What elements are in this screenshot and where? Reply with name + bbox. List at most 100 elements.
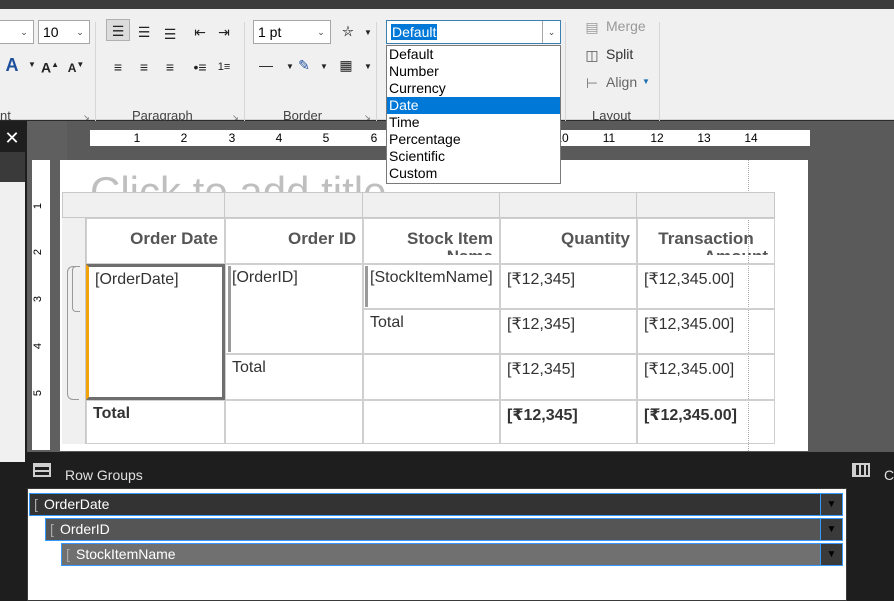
cell-stock-item-name[interactable]: [StockItemName]	[363, 264, 500, 309]
header-transaction[interactable]: Transaction Amount	[637, 218, 775, 264]
cell-empty[interactable]	[225, 400, 363, 444]
ruler-tick: 3	[32, 295, 45, 303]
window-top-strip	[0, 0, 894, 9]
merge-icon[interactable]: ▤	[580, 16, 604, 38]
border-width-value: 1 pt	[258, 24, 282, 40]
row-groups-icon	[33, 463, 51, 477]
row-handles[interactable]	[62, 218, 86, 444]
number-format-dropdown[interactable]: Default ⌄	[386, 20, 561, 44]
align-left-icon[interactable]: ≡	[106, 56, 130, 78]
shrink-font-icon[interactable]: A▼	[64, 54, 88, 76]
header-quantity[interactable]: Quantity	[500, 218, 637, 264]
ruler-tick: 1	[32, 202, 45, 210]
align-bottom-icon[interactable]: ☰	[158, 23, 182, 45]
format-option-percentage[interactable]: Percentage	[387, 131, 560, 148]
increase-indent-icon[interactable]: ⇥	[212, 21, 236, 43]
ruler-tick: 6	[370, 131, 378, 145]
group-bracket	[72, 266, 80, 312]
ruler-tick: 4	[275, 131, 283, 145]
group-bracket-icon: [	[66, 546, 70, 562]
align-right-icon[interactable]: ≡	[158, 56, 182, 78]
group-item-orderid[interactable]: [ OrderID ▼	[45, 518, 843, 541]
format-option-time[interactable]: Time	[387, 114, 560, 131]
border-color-dropdown-icon[interactable]: ▼	[312, 56, 336, 78]
separator	[244, 22, 245, 122]
separator	[376, 22, 377, 122]
group-indicator	[365, 266, 368, 307]
cell-quantity[interactable]: [₹12,345]	[500, 264, 637, 309]
font-size-dropdown[interactable]: 10 ⌄	[38, 20, 90, 44]
ruler-tick: 2	[180, 131, 188, 145]
cell-quantity[interactable]: [₹12,345]	[500, 309, 637, 354]
split-button[interactable]: Split	[606, 46, 633, 62]
cell-quantity[interactable]: [₹12,345]	[500, 354, 637, 400]
format-option-number[interactable]: Number	[387, 63, 560, 80]
merge-button[interactable]: Merge	[606, 18, 646, 34]
group-dropdown-icon[interactable]: ▼	[820, 544, 842, 565]
group-dropdown-icon[interactable]: ▼	[820, 494, 842, 515]
header-stock-item[interactable]: Stock Item Name	[363, 218, 500, 264]
cell-order-date[interactable]: [OrderDate]	[86, 264, 225, 400]
title-placeholder[interactable]: Click to add title	[90, 168, 386, 192]
cell-empty[interactable]	[363, 400, 500, 444]
cell-grand-total-quantity[interactable]: [₹12,345]	[500, 400, 637, 444]
header-order-date[interactable]: Order Date	[86, 218, 225, 264]
cell-empty[interactable]	[363, 354, 500, 400]
align-middle-icon[interactable]: ☰	[132, 21, 156, 43]
vertical-ruler: 1 2 3 4 5	[32, 160, 50, 450]
borders-icon[interactable]: ▦	[334, 54, 358, 76]
group-item-orderdate[interactable]: [ OrderDate ▼	[29, 493, 843, 516]
group-bracket-icon: [	[50, 521, 54, 537]
border-style-icon[interactable]: —	[254, 54, 278, 76]
align-center-icon[interactable]: ≡	[132, 56, 156, 78]
ruler-tick: 11	[602, 131, 616, 145]
format-option-default[interactable]: Default	[387, 46, 560, 63]
cell-grand-total-label[interactable]: Total	[86, 400, 225, 444]
split-icon[interactable]: ◫	[580, 44, 604, 66]
grow-font-icon[interactable]: A▲	[38, 54, 62, 76]
group-dropdown-icon[interactable]: ▼	[820, 519, 842, 540]
group-label: StockItemName	[76, 546, 176, 562]
format-option-date[interactable]: Date	[387, 97, 560, 114]
format-option-custom[interactable]: Custom	[387, 165, 560, 182]
font-name-dropdown[interactable]: ⌄	[0, 20, 34, 44]
cell-order-id[interactable]: [OrderID]	[225, 264, 363, 354]
column-groups-icon	[852, 463, 870, 477]
column-handles[interactable]	[62, 192, 775, 218]
cell-amount[interactable]: [₹12,345.00]	[637, 354, 775, 400]
numbering-icon[interactable]: 1≡	[212, 56, 236, 78]
border-width-dropdown[interactable]: 1 pt ⌄	[253, 20, 331, 44]
group-label: OrderID	[60, 521, 110, 537]
ruler-tick: 3	[228, 131, 236, 145]
chevron-down-icon: ⌄	[542, 21, 560, 43]
separator	[659, 22, 660, 122]
col-divider	[636, 193, 637, 217]
number-format-list[interactable]: Default Number Currency Date Time Percen…	[386, 45, 561, 184]
format-option-scientific[interactable]: Scientific	[387, 148, 560, 165]
ruler-tick: 1	[133, 131, 141, 145]
group-indicator	[228, 266, 231, 352]
col-divider	[362, 193, 363, 217]
group-bracket-icon: [	[34, 496, 38, 512]
group-label: OrderDate	[44, 496, 110, 512]
row-groups-title: Row Groups	[65, 467, 143, 483]
align-button[interactable]: Align	[606, 74, 637, 90]
header-order-id[interactable]: Order ID	[225, 218, 363, 264]
align-dropdown-icon[interactable]: ▼	[642, 77, 650, 86]
close-icon[interactable]: ✕	[2, 128, 22, 148]
chevron-down-icon: ⌄	[76, 27, 84, 37]
ruler-tick: 12	[650, 131, 664, 145]
cell-grand-total-amount[interactable]: [₹12,345.00]	[637, 400, 775, 444]
ruler-tick: 5	[322, 131, 330, 145]
cell-amount[interactable]: [₹12,345.00]	[637, 264, 775, 309]
ruler-tick: 4	[32, 342, 45, 350]
format-option-currency[interactable]: Currency	[387, 80, 560, 97]
align-top-icon[interactable]: ☰	[106, 19, 130, 41]
decrease-indent-icon[interactable]: ⇤	[188, 21, 212, 43]
cell-stock-total[interactable]: Total	[363, 309, 500, 354]
cell-amount[interactable]: [₹12,345.00]	[637, 309, 775, 354]
cell-orderid-total[interactable]: Total	[225, 354, 363, 400]
bullets-icon[interactable]: •≡	[188, 56, 212, 78]
align-objects-icon[interactable]: ⊢	[580, 72, 604, 94]
group-item-stockitemname[interactable]: [ StockItemName ▼	[61, 543, 843, 566]
